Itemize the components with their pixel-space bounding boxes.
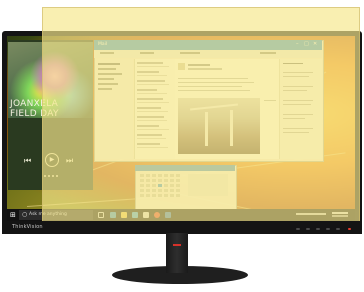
stand-accent <box>173 244 181 246</box>
monitor-control-button[interactable] <box>296 228 300 230</box>
power-button[interactable] <box>348 228 351 230</box>
monitor-control-button[interactable] <box>316 228 320 230</box>
monitor-control-button[interactable] <box>326 228 330 230</box>
previous-track-button[interactable]: ⏮ <box>24 156 31 166</box>
search-icon: ○ <box>22 211 28 218</box>
start-button[interactable]: ⊞ <box>10 211 16 219</box>
monitor-control-button[interactable] <box>336 228 340 230</box>
monitor-stand-neck <box>166 233 188 273</box>
translucent-overlay <box>42 7 360 223</box>
brand-label: ThinkVision <box>12 224 43 230</box>
monitor-control-button[interactable] <box>306 228 310 230</box>
